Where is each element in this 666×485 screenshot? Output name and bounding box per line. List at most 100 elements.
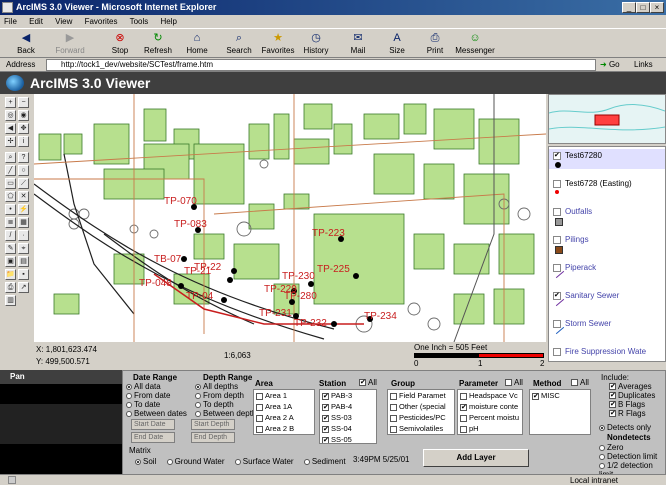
legend-checkbox[interactable]	[553, 348, 561, 356]
select-point-icon[interactable]: •	[5, 204, 16, 215]
legend-checkbox[interactable]: ✔	[553, 292, 561, 300]
list-item[interactable]: Area 2 B	[254, 423, 314, 434]
legend-checkbox[interactable]	[553, 208, 561, 216]
list-item[interactable]: ✔ PAB-4	[320, 401, 376, 412]
list-item[interactable]: Pesticides/PC	[388, 412, 454, 423]
start-date-select[interactable]: Start Date	[131, 419, 175, 430]
back-button[interactable]: ◀ Back	[6, 31, 46, 57]
date-option-to[interactable]: To date	[126, 400, 187, 409]
pan-directional-icon[interactable]: ✢	[5, 136, 16, 147]
legend-item[interactable]: Fire Suppression Wate	[549, 345, 665, 361]
zoom-last-icon[interactable]: ◀	[5, 123, 16, 134]
station-all-checkbox[interactable]: ✔ All	[359, 378, 377, 387]
legend-item[interactable]: Test6728 (Easting)	[549, 177, 665, 197]
legend-item[interactable]: Pilings	[549, 233, 665, 254]
menu-edit[interactable]: Edit	[29, 17, 43, 26]
open-folder-icon[interactable]: 📁	[5, 269, 16, 280]
depth-option-all[interactable]: All depths	[195, 382, 260, 391]
go-button[interactable]: ➜ Go	[600, 59, 628, 71]
refresh-button[interactable]: ↻ Refresh	[138, 31, 178, 57]
sample-point[interactable]	[221, 297, 227, 303]
select-poly-icon[interactable]: ⬠	[5, 191, 16, 202]
legend-checkbox[interactable]	[553, 320, 561, 328]
matrix-option-sediment[interactable]: Sediment	[303, 457, 346, 466]
method-all-checkbox[interactable]: All	[571, 378, 589, 387]
export-icon[interactable]: ↗	[18, 282, 29, 293]
parameter-list[interactable]: Headspace Vc ✔ moisture conte Percent moi…	[457, 389, 523, 435]
list-item[interactable]: Area 1A	[254, 401, 314, 412]
links-button[interactable]: Links	[634, 59, 653, 71]
home-button[interactable]: ⌂ Home	[177, 31, 217, 57]
save-icon[interactable]: ▪	[18, 269, 29, 280]
buffer-icon[interactable]: ○	[18, 165, 29, 176]
list-item[interactable]: ✔ PAB-3	[320, 390, 376, 401]
legend-item[interactable]: Outfalls	[549, 205, 665, 226]
depth-option-from[interactable]: From depth	[195, 391, 260, 400]
list-item[interactable]: Other (special	[388, 401, 454, 412]
maximize-button[interactable]: □	[636, 2, 650, 13]
list-item[interactable]: Area 1	[254, 390, 314, 401]
menu-favorites[interactable]: Favorites	[85, 17, 118, 26]
sample-point[interactable]	[331, 321, 337, 327]
legend-checkbox[interactable]: ✔	[553, 152, 561, 160]
zoom-out-icon[interactable]: −	[18, 97, 29, 108]
legend-checkbox[interactable]	[553, 236, 561, 244]
nondetect-zero[interactable]: Zero	[599, 443, 665, 452]
end-depth-select[interactable]: End Depth	[191, 432, 235, 443]
parameter-all-checkbox[interactable]: All	[505, 378, 523, 387]
map-canvas[interactable]: TP-070 TP-083 TB-07 TP-22 TP-048 TP-04 TP-230 T…	[34, 94, 546, 342]
pan-icon[interactable]: ✥	[18, 123, 29, 134]
add-layer-button[interactable]: Add Layer	[423, 449, 529, 467]
legend-item[interactable]: ✔ Sanitary Sewer	[549, 289, 665, 309]
print-button[interactable]: ⎙ Print	[415, 31, 455, 57]
include-b-flags[interactable]: ✔ B Flags	[609, 400, 655, 409]
report-icon[interactable]: ▥	[5, 295, 16, 306]
menu-view[interactable]: View	[55, 17, 72, 26]
nondetect-detection-limit[interactable]: Detection limit	[599, 452, 665, 461]
find-icon[interactable]: ⌕	[5, 152, 16, 163]
matrix-option-surface-water[interactable]: Surface Water	[234, 457, 294, 466]
sample-point[interactable]	[231, 268, 237, 274]
edit-icon[interactable]: ✎	[5, 243, 16, 254]
start-depth-select[interactable]: Start Depth	[191, 419, 235, 430]
date-option-between[interactable]: Between dates	[126, 409, 187, 418]
sample-point[interactable]	[178, 283, 184, 289]
legend-checkbox[interactable]	[553, 180, 561, 188]
stop-button[interactable]: ⊗ Stop	[100, 31, 140, 57]
zoom-in-icon[interactable]: +	[5, 97, 16, 108]
zoom-full-icon[interactable]: ◎	[5, 110, 16, 121]
legend-item[interactable]: ✔ Test67280	[549, 149, 665, 169]
date-option-all[interactable]: All data	[126, 382, 187, 391]
list-item[interactable]: Area 2 A	[254, 412, 314, 423]
close-button[interactable]: ×	[650, 2, 664, 13]
print-map-icon[interactable]: ⎙	[5, 282, 16, 293]
geocode-icon[interactable]: ⌖	[18, 243, 29, 254]
select-line-icon[interactable]: ⟋	[18, 178, 29, 189]
draw-line-icon[interactable]: /	[5, 230, 16, 241]
menu-file[interactable]: File	[4, 17, 17, 26]
depth-option-between[interactable]: Between depths	[195, 409, 260, 418]
address-input[interactable]: http://tock1_dev/website/SCTest/frame.ht…	[46, 59, 596, 71]
include-duplicates[interactable]: ✔ Duplicates	[609, 391, 655, 400]
list-item[interactable]: Semivolatiles	[388, 423, 454, 434]
list-item[interactable]: ✔ SS-04	[320, 423, 376, 434]
query-icon[interactable]: ?	[18, 152, 29, 163]
minimize-button[interactable]: _	[622, 2, 636, 13]
group-list[interactable]: Field Paramet Other (special Pesticides/…	[387, 389, 455, 435]
list-item[interactable]: ✔ moisture conte	[458, 401, 522, 412]
favorites-button[interactable]: ★ Favorites	[258, 31, 298, 57]
clear-selection-icon[interactable]: ✕	[18, 191, 29, 202]
legend-item[interactable]: Storm Sewer	[549, 317, 665, 337]
size-button[interactable]: A Size	[377, 31, 417, 57]
select-rect-icon[interactable]: ▭	[5, 178, 16, 189]
draw-point-icon[interactable]: ·	[18, 230, 29, 241]
list-item[interactable]: ✔ SS-05	[320, 434, 376, 443]
legend-item[interactable]: Piperack	[549, 261, 665, 281]
list-item[interactable]: Headspace Vc	[458, 390, 522, 401]
legend-toggle-icon[interactable]: ≣	[5, 217, 16, 228]
hyperlink-icon[interactable]: ⚡	[18, 204, 29, 215]
list-item[interactable]: ✔ SS-03	[320, 412, 376, 423]
detects-only-option[interactable]: Detects only	[599, 423, 651, 432]
search-button[interactable]: ⌕ Search	[219, 31, 259, 57]
layers-icon[interactable]: ▦	[18, 217, 29, 228]
